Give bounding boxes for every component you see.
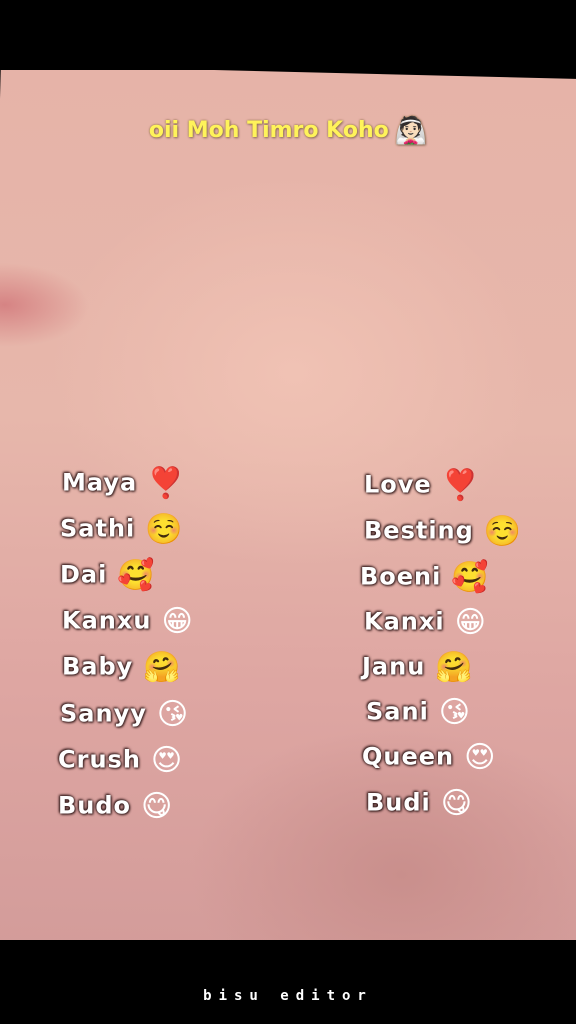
left-item-maya: Maya ❣️	[62, 466, 186, 501]
item-name: Kanxi	[364, 607, 445, 636]
kissing-face-icon: 😘	[438, 695, 472, 730]
grinning-face-icon: 😁	[161, 604, 194, 639]
right-item-janu: Janu 🤗	[362, 650, 474, 685]
item-name: Sathi	[60, 514, 136, 543]
heart-exclamation-icon: ❣️	[147, 466, 186, 501]
left-item-budo: Budo 😋	[58, 789, 173, 824]
right-item-queen: Queen 😍	[362, 740, 496, 775]
right-item-budi: Budi 😋	[366, 786, 473, 821]
item-name: Queen	[362, 742, 455, 771]
right-item-love: Love ❣️	[364, 468, 480, 503]
item-name: Maya	[62, 468, 138, 497]
top-letterbox	[0, 0, 576, 70]
item-name: Besting	[364, 516, 474, 545]
item-name: Janu	[362, 652, 426, 681]
left-item-baby: Baby 🤗	[62, 650, 182, 685]
item-name: Baby	[62, 652, 134, 681]
right-item-besting: Besting ☺️	[364, 514, 522, 549]
right-item-sani: Sani 😘	[366, 695, 471, 730]
yum-face-icon: 😋	[440, 786, 474, 821]
smiling-face-icon: ☺️	[145, 512, 184, 547]
left-item-crush: Crush 😍	[58, 743, 183, 778]
heart-eyes-icon: 😍	[150, 743, 184, 778]
hugging-face-icon: 🤗	[143, 650, 182, 685]
watermark-credit: bisu editor	[203, 988, 373, 1004]
item-name: Sanyy	[60, 699, 147, 728]
left-item-dai: Dai 🥰	[60, 558, 156, 593]
item-name: Love	[364, 470, 432, 499]
yum-face-icon: 😋	[141, 789, 174, 824]
item-name: Budo	[58, 791, 132, 820]
kissing-face-icon: 😘	[156, 697, 190, 732]
bottom-letterbox	[0, 940, 576, 1024]
title-caption: oii Moh Timro Koho 👰🏻	[0, 116, 576, 146]
heart-eyes-icon: 😍	[464, 740, 497, 775]
left-item-sathi: Sathi ☺️	[60, 512, 184, 547]
item-name: Sani	[366, 697, 429, 726]
left-item-sanyy: Sanyy 😘	[60, 697, 189, 732]
smiling-face-hearts-icon: 🥰	[451, 560, 490, 595]
left-item-kanxu: Kanxu 😁	[62, 604, 194, 639]
item-name: Crush	[58, 745, 141, 774]
item-name: Budi	[366, 788, 431, 817]
grinning-face-icon: 😁	[454, 605, 487, 640]
item-name: Boeni	[360, 562, 442, 591]
bride-emoji-icon: 👰🏻	[394, 116, 428, 146]
heart-exclamation-icon: ❣️	[441, 468, 481, 503]
hugging-face-icon: 🤗	[435, 650, 474, 685]
right-item-boeni: Boeni 🥰	[360, 560, 490, 595]
item-name: Kanxu	[62, 606, 152, 635]
right-item-kanxi: Kanxi 😁	[364, 605, 487, 640]
item-name: Dai	[60, 560, 108, 589]
title-text: oii Moh Timro Koho	[148, 118, 389, 143]
smiling-face-hearts-icon: 🥰	[117, 558, 156, 593]
smiling-face-icon: ☺️	[483, 514, 523, 549]
